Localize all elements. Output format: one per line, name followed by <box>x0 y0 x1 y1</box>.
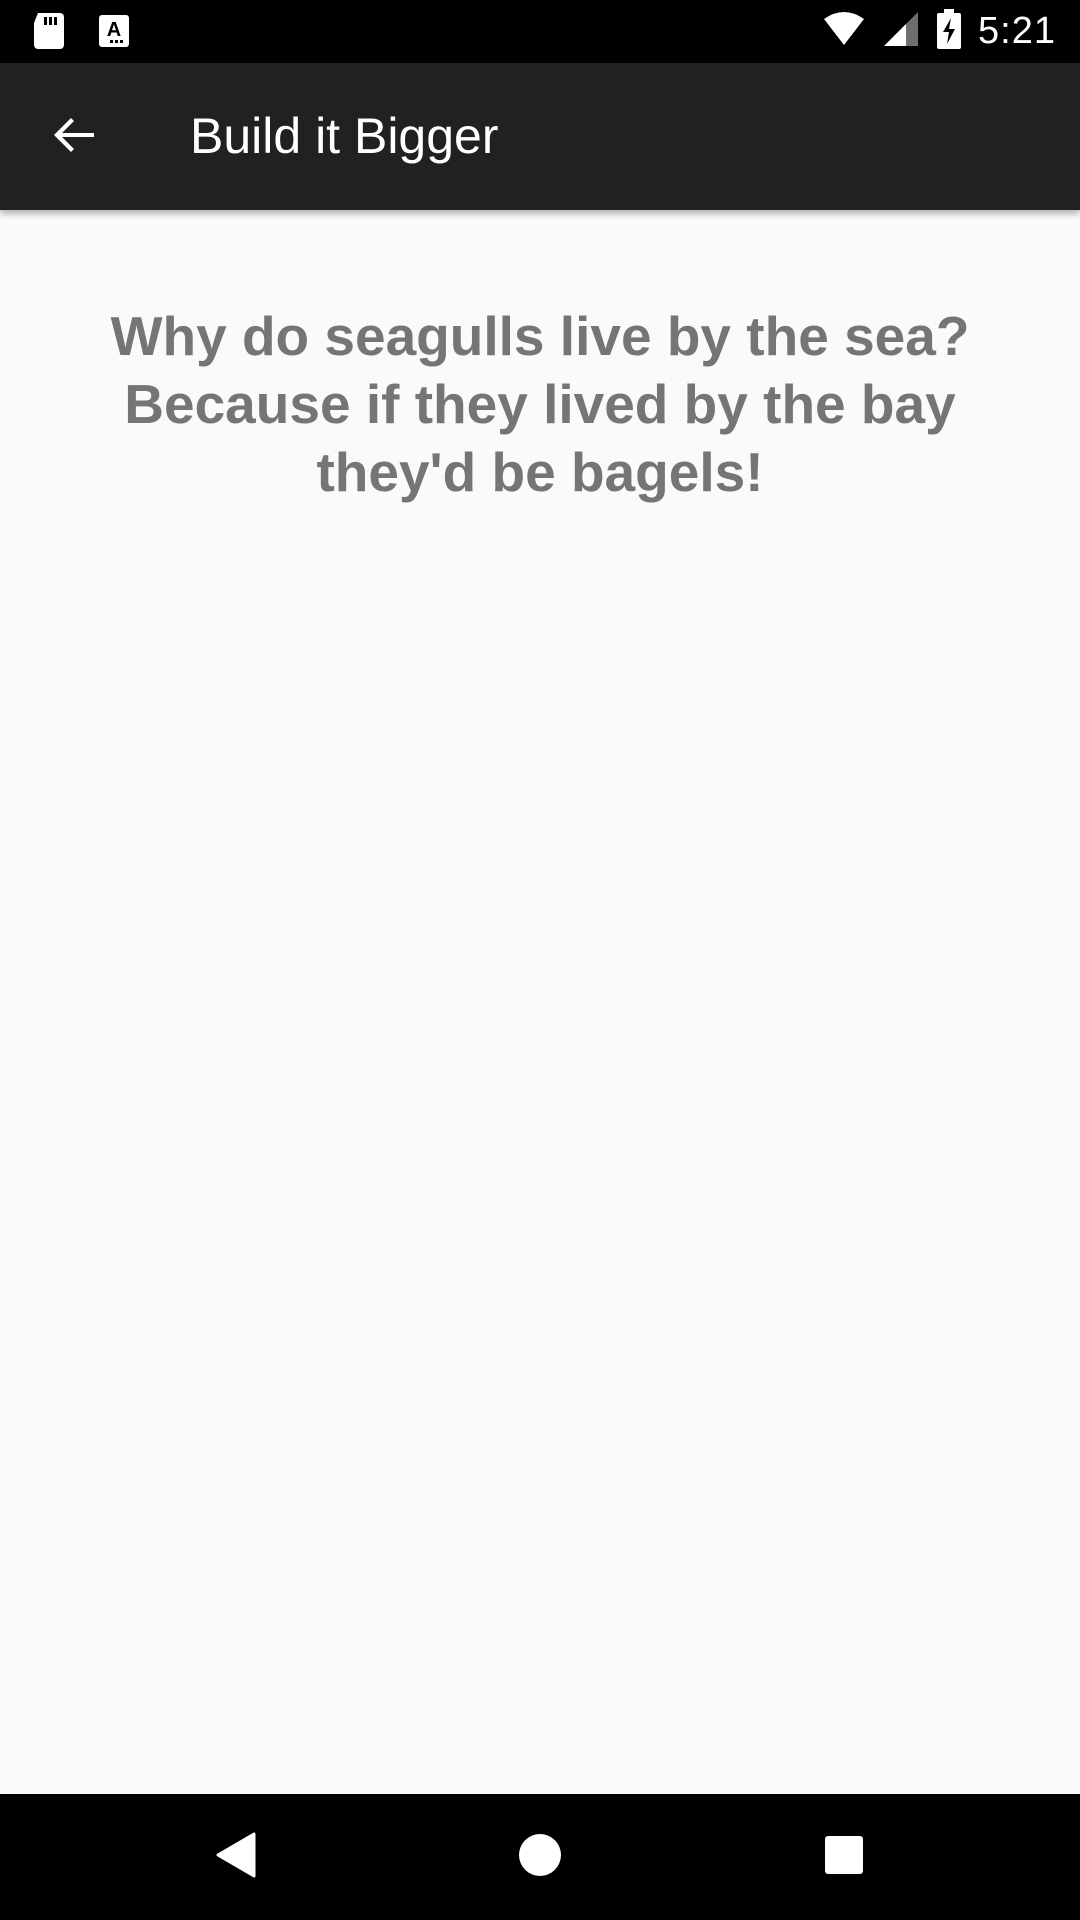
back-button[interactable] <box>24 87 124 187</box>
arrow-back-icon <box>50 111 98 164</box>
home-circle-icon <box>518 1833 562 1882</box>
cellular-signal-icon <box>882 10 920 53</box>
joke-text: Why do seagulls live by the sea? Because… <box>110 305 970 503</box>
nav-back-button[interactable] <box>186 1807 286 1907</box>
recents-square-icon <box>824 1835 864 1880</box>
nav-recents-button[interactable] <box>794 1807 894 1907</box>
status-system: 5:21 <box>822 0 1056 63</box>
accessibility-app-icon: A <box>98 14 130 53</box>
navigation-bar <box>0 1794 1080 1920</box>
status-time: 5:21 <box>978 10 1056 52</box>
sd-card-icon <box>32 11 66 56</box>
battery-charging-icon <box>936 9 962 54</box>
svg-text:A: A <box>107 19 121 41</box>
status-bar: A 5:21 <box>0 0 1080 63</box>
back-triangle-icon <box>214 1832 258 1883</box>
app-bar: Build it Bigger <box>0 63 1080 210</box>
main-content: Why do seagulls live by the sea? Because… <box>0 210 1080 1794</box>
status-notifications: A <box>32 11 130 56</box>
nav-home-button[interactable] <box>490 1807 590 1907</box>
page-title: Build it Bigger <box>190 108 499 164</box>
wifi-icon <box>822 11 866 52</box>
